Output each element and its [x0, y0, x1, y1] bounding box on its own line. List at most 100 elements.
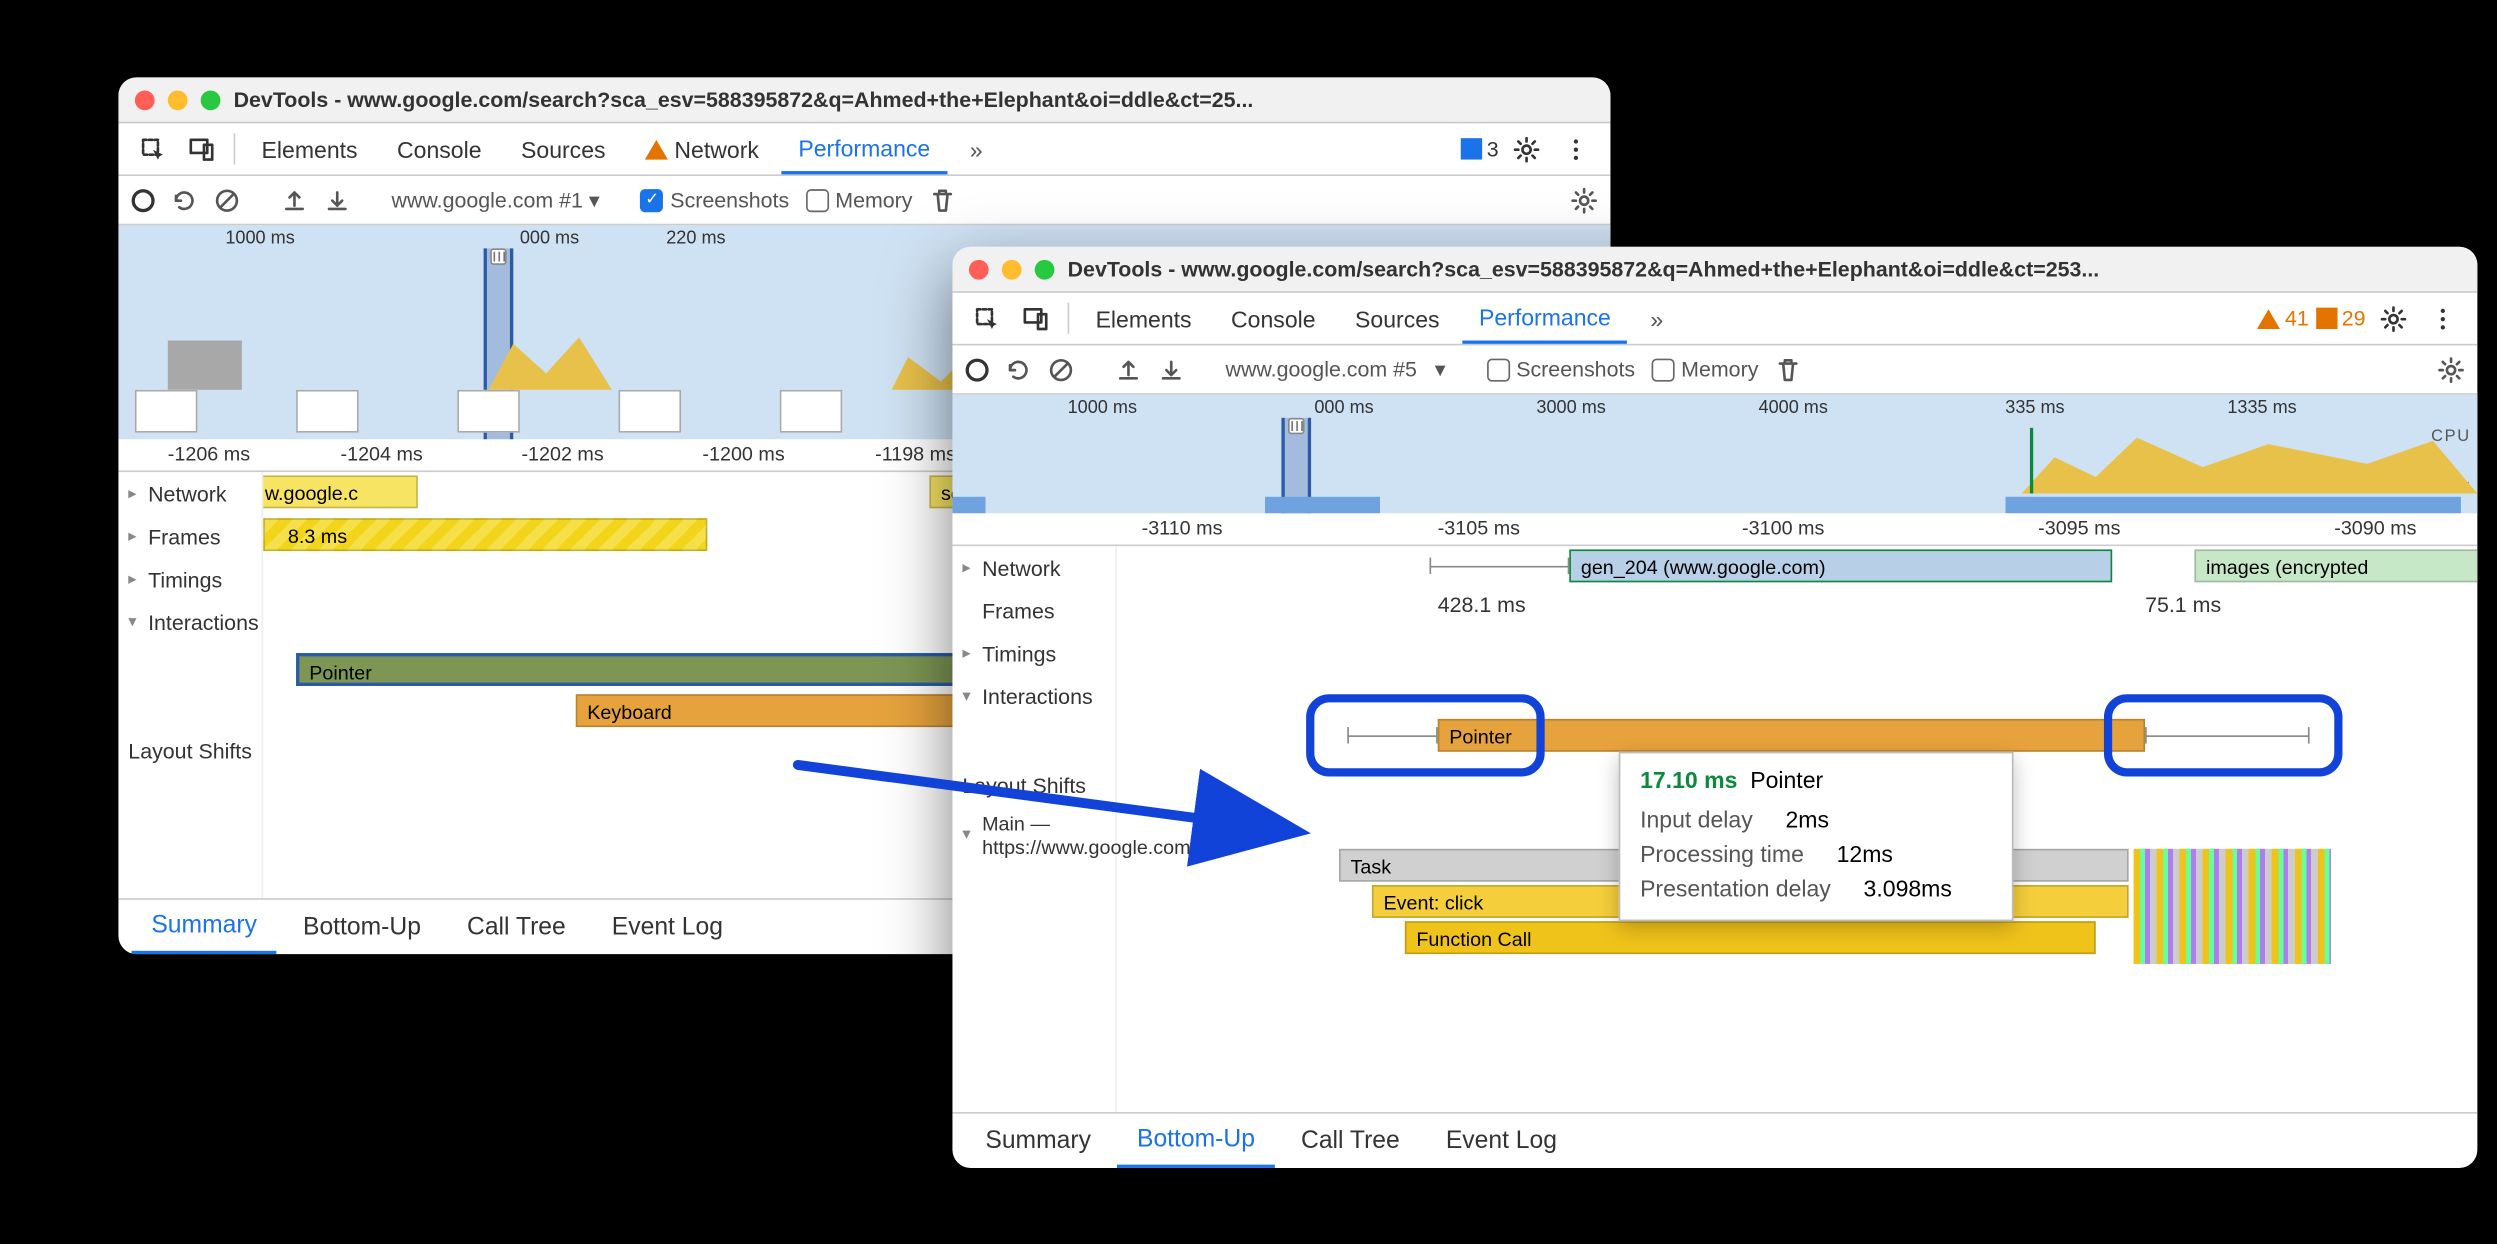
track-interactions: Interactions	[952, 674, 1115, 717]
track-timings: Timings	[118, 558, 261, 601]
btab-summary[interactable]: Summary	[966, 1114, 1111, 1168]
recording-select[interactable]: www.google.com #1 ▾	[392, 187, 600, 213]
flame-content[interactable]: gen_204 (www.google.com) images (encrypt…	[1117, 546, 2477, 1112]
interaction-pointer[interactable]: Pointer	[1438, 719, 2145, 752]
warning-icon	[645, 139, 668, 159]
warnings-badge[interactable]: 41	[2257, 293, 2309, 344]
track-interactions: Interactions	[118, 600, 261, 643]
tab-console[interactable]: Console	[1215, 293, 1332, 344]
issues-badge[interactable]: 29	[2315, 293, 2365, 344]
kebab-icon[interactable]	[1555, 123, 1598, 174]
filmstrip-thumb[interactable]	[135, 390, 198, 433]
download-icon[interactable]	[324, 187, 350, 213]
track-frames: Frames	[118, 515, 261, 558]
traffic-lights	[969, 259, 1055, 279]
flame-stripes[interactable]	[2134, 849, 2331, 964]
btab-eventlog[interactable]: Event Log	[592, 900, 743, 954]
gear-icon[interactable]	[1505, 123, 1548, 174]
memory-checkbox[interactable]: Memory	[1652, 357, 1759, 382]
network-item[interactable]: images (encrypted	[2194, 549, 2477, 582]
tab-sources[interactable]: Sources	[505, 123, 622, 174]
frame-bar[interactable]: 8.3 ms	[263, 518, 707, 551]
minimize-icon[interactable]	[1002, 259, 1022, 279]
titlebar[interactable]: DevTools - www.google.com/search?sca_esv…	[118, 77, 1610, 123]
tick: -1198 ms	[875, 443, 956, 466]
time-ruler[interactable]: -3110 ms -3105 ms -3100 ms -3095 ms -309…	[952, 513, 2477, 546]
trash-icon[interactable]	[929, 187, 955, 213]
download-icon[interactable]	[1158, 356, 1184, 382]
inspect-icon[interactable]	[966, 293, 1009, 344]
tab-performance[interactable]: Performance	[1463, 293, 1628, 344]
issue-icon	[2315, 308, 2336, 329]
memory-label: Memory	[1681, 357, 1758, 382]
separator	[1068, 303, 1070, 334]
tab-elements[interactable]: Elements	[245, 123, 374, 174]
track-layout: Layout Shifts	[118, 729, 261, 772]
btab-calltree[interactable]: Call Tree	[1281, 1114, 1419, 1168]
tooltip-val: 3.098ms	[1864, 872, 1952, 907]
reload-icon[interactable]	[171, 187, 197, 213]
tick: 1335 ms	[2227, 398, 2296, 418]
tab-elements[interactable]: Elements	[1079, 293, 1208, 344]
tab-console[interactable]: Console	[381, 123, 498, 174]
memory-checkbox[interactable]: Memory	[806, 188, 913, 213]
btab-bottomup[interactable]: Bottom-Up	[1117, 1114, 1274, 1168]
tab-sources[interactable]: Sources	[1339, 293, 1456, 344]
tab-network[interactable]: Network	[629, 123, 776, 174]
message-icon	[1460, 138, 1481, 159]
gear-icon[interactable]	[2438, 356, 2464, 382]
track-layout: Layout Shifts	[952, 763, 1115, 806]
btab-calltree[interactable]: Call Tree	[447, 900, 585, 954]
tick: 1000 ms	[1068, 398, 1137, 418]
upload-icon[interactable]	[1115, 356, 1141, 382]
kebab-icon[interactable]	[2421, 293, 2464, 344]
tab-more[interactable]: »	[1634, 293, 1680, 344]
gear-icon[interactable]	[2372, 293, 2415, 344]
device-toggle-icon[interactable]	[181, 123, 224, 174]
btab-summary[interactable]: Summary	[132, 900, 277, 954]
clear-icon[interactable]	[214, 187, 240, 213]
zoom-icon[interactable]	[1035, 259, 1055, 279]
record-icon[interactable]	[132, 188, 155, 211]
tab-network-label: Network	[674, 136, 758, 162]
upload-icon[interactable]	[281, 187, 307, 213]
zoom-icon[interactable]	[201, 90, 221, 110]
titlebar[interactable]: DevTools - www.google.com/search?sca_esv…	[952, 247, 2477, 293]
close-icon[interactable]	[135, 90, 155, 110]
panel-tabs: Elements Console Sources Network Perform…	[118, 123, 1610, 176]
tab-more[interactable]: »	[953, 123, 999, 174]
tooltip-label: Pointer	[1750, 767, 1823, 793]
tick: -3090 ms	[2334, 517, 2416, 540]
tab-performance[interactable]: Performance	[782, 123, 947, 174]
btab-bottomup[interactable]: Bottom-Up	[283, 900, 440, 954]
close-icon[interactable]	[969, 259, 989, 279]
reload-icon[interactable]	[1005, 356, 1031, 382]
btab-eventlog[interactable]: Event Log	[1426, 1114, 1577, 1168]
filmstrip-thumb[interactable]	[780, 390, 843, 433]
clear-icon[interactable]	[1048, 356, 1074, 382]
filmstrip-thumb[interactable]	[619, 390, 682, 433]
gear-icon[interactable]	[1571, 187, 1597, 213]
memory-label: Memory	[835, 188, 912, 213]
overview-timeline[interactable]: 1000 ms 000 ms 3000 ms 4000 ms 335 ms 13…	[952, 395, 2477, 513]
minimize-icon[interactable]	[168, 90, 188, 110]
device-toggle-icon[interactable]	[1015, 293, 1058, 344]
screenshots-checkbox[interactable]: Screenshots	[1487, 357, 1635, 382]
recording-select[interactable]: www.google.com #5 ▾	[1226, 356, 1446, 382]
record-icon[interactable]	[966, 358, 989, 381]
track-main: Main — https://www.google.com/	[952, 806, 1115, 867]
issues-badge[interactable]: 3	[1460, 123, 1498, 174]
network-item[interactable]: gen_204 (www.google.com)	[1569, 549, 2112, 582]
network-item[interactable]: w.google.c	[263, 475, 418, 508]
interaction-tooltip: 17.10 ms Pointer Input delay 2ms Process…	[1619, 752, 2014, 921]
filmstrip-thumb[interactable]	[457, 390, 520, 433]
inspect-icon[interactable]	[132, 123, 175, 174]
trash-icon[interactable]	[1775, 356, 1801, 382]
track-network: Network	[952, 546, 1115, 589]
warn-count: 41	[2285, 306, 2309, 331]
recording-name: www.google.com #5	[1226, 356, 1417, 381]
tick: -3095 ms	[2038, 517, 2120, 540]
screenshots-checkbox[interactable]: ✓Screenshots	[641, 188, 789, 213]
filmstrip-thumb[interactable]	[296, 390, 359, 433]
main-fn[interactable]: Function Call	[1405, 921, 2096, 954]
